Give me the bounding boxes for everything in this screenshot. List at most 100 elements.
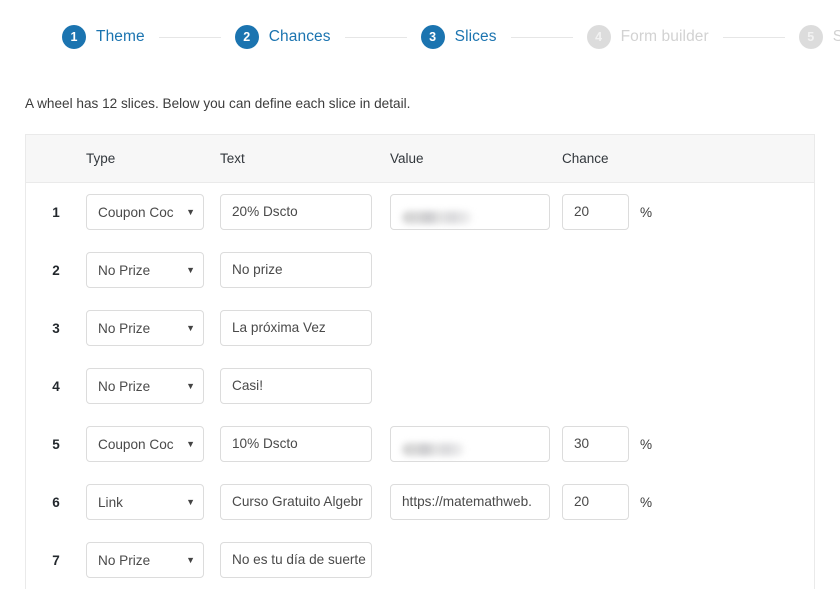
column-header-chance: Chance bbox=[562, 151, 609, 166]
slice-value-input[interactable] bbox=[390, 426, 550, 462]
cell-text: 20% Dscto bbox=[220, 194, 390, 230]
table-row: 2 No Prize ▼ No prize bbox=[26, 241, 814, 299]
cell-chance: 30% bbox=[562, 426, 682, 462]
table-header-row: Type Text Value Chance bbox=[26, 135, 814, 183]
stepper-step-number: 4 bbox=[586, 25, 611, 49]
stepper-step-label: Chances bbox=[268, 28, 331, 45]
table-row: 4 No Prize ▼ Casi! bbox=[26, 357, 814, 415]
slice-type-select[interactable]: No Prize ▼ bbox=[86, 542, 204, 578]
slice-type-select[interactable]: No Prize ▼ bbox=[86, 252, 204, 288]
cell-type: No Prize ▼ bbox=[86, 310, 220, 346]
slice-type-value: Coupon Coc bbox=[98, 436, 174, 452]
percent-label: % bbox=[640, 204, 653, 220]
stepper-connector-line bbox=[158, 36, 221, 38]
stepper-step-number: 1 bbox=[62, 25, 86, 49]
cell-type: No Prize ▼ bbox=[86, 368, 220, 404]
slice-text-input[interactable]: 10% Dscto bbox=[220, 426, 372, 462]
stepper-step-slices[interactable]: 3 Slices bbox=[420, 25, 497, 49]
slice-chance-input[interactable]: 30 bbox=[562, 426, 629, 462]
slice-value-input[interactable]: https://matemathweb. bbox=[390, 484, 550, 520]
table-row: 6 Link ▼ Curso Gratuito Algebr https://matem… bbox=[26, 473, 814, 531]
redacted-value bbox=[402, 211, 472, 225]
cell-text: Curso Gratuito Algebr bbox=[220, 484, 390, 520]
cell-value bbox=[390, 194, 562, 230]
row-index: 1 bbox=[52, 204, 60, 220]
stepper-connector-line bbox=[344, 36, 407, 38]
chevron-down-icon: ▼ bbox=[186, 206, 195, 217]
slices-table: Type Text Value Chance 1 Coupon Coc ▼ 20% D… bbox=[25, 134, 815, 589]
page-description: A wheel has 12 slices. Below you can def… bbox=[25, 96, 411, 111]
slice-text-input[interactable]: No prize bbox=[220, 252, 372, 288]
stepper-step-chances[interactable]: 2 Chances bbox=[234, 25, 331, 49]
stepper-step-number: 3 bbox=[420, 25, 445, 49]
slice-type-value: No Prize bbox=[98, 378, 151, 394]
cell-text: No prize bbox=[220, 252, 390, 288]
chevron-down-icon: ▼ bbox=[186, 438, 195, 449]
row-index: 7 bbox=[52, 552, 60, 568]
stepper-step-label: Slices bbox=[454, 28, 497, 45]
cell-type: Coupon Coc ▼ bbox=[86, 194, 220, 230]
stepper-connector-line bbox=[510, 36, 573, 38]
stepper-step-settings: 5 Settings bbox=[798, 25, 840, 49]
percent-label: % bbox=[640, 494, 653, 510]
table-row: 7 No Prize ▼ No es tu día de suerte bbox=[26, 531, 814, 589]
column-header-value: Value bbox=[390, 151, 424, 166]
row-index: 2 bbox=[52, 262, 60, 278]
slice-type-select[interactable]: No Prize ▼ bbox=[86, 368, 204, 404]
slice-text-input[interactable]: 20% Dscto bbox=[220, 194, 372, 230]
table-row: 5 Coupon Coc ▼ 10% Dscto 30% bbox=[26, 415, 814, 473]
cell-type: No Prize ▼ bbox=[86, 252, 220, 288]
slice-type-value: Link bbox=[98, 494, 123, 510]
cell-chance: 20% bbox=[562, 194, 682, 230]
row-index: 3 bbox=[52, 320, 60, 336]
slice-type-value: No Prize bbox=[98, 320, 151, 336]
chevron-down-icon: ▼ bbox=[186, 264, 195, 275]
slice-type-value: No Prize bbox=[98, 262, 151, 278]
row-index: 5 bbox=[52, 436, 60, 452]
slice-chance-input[interactable]: 20 bbox=[562, 194, 629, 230]
table-row: 3 No Prize ▼ La próxima Vez bbox=[26, 299, 814, 357]
cell-chance: 20% bbox=[562, 484, 682, 520]
cell-type: Link ▼ bbox=[86, 484, 220, 520]
slice-text-input[interactable]: No es tu día de suerte bbox=[220, 542, 372, 578]
cell-text: La próxima Vez bbox=[220, 310, 390, 346]
slice-text-input[interactable]: Casi! bbox=[220, 368, 372, 404]
slice-text-input[interactable]: Curso Gratuito Algebr bbox=[220, 484, 372, 520]
cell-value: https://matemathweb. bbox=[390, 484, 562, 520]
cell-text: 10% Dscto bbox=[220, 426, 390, 462]
column-header-text: Text bbox=[220, 151, 245, 166]
slice-chance-input[interactable]: 20 bbox=[562, 484, 629, 520]
cell-text: No es tu día de suerte bbox=[220, 542, 390, 578]
chevron-down-icon: ▼ bbox=[186, 496, 195, 507]
slice-type-select[interactable]: No Prize ▼ bbox=[86, 310, 204, 346]
column-header-type: Type bbox=[86, 151, 116, 166]
wizard-stepper: 1 Theme 2 Chances 3 Slices 4 Form builder 5 Setti… bbox=[0, 0, 840, 54]
cell-type: Coupon Coc ▼ bbox=[86, 426, 220, 462]
chevron-down-icon: ▼ bbox=[186, 554, 195, 565]
cell-type: No Prize ▼ bbox=[86, 542, 220, 578]
chevron-down-icon: ▼ bbox=[186, 322, 195, 333]
slice-text-input[interactable]: La próxima Vez bbox=[220, 310, 372, 346]
table-row: 1 Coupon Coc ▼ 20% Dscto 20% bbox=[26, 183, 814, 241]
stepper-step-label: Theme bbox=[96, 28, 145, 45]
slice-type-select[interactable]: Coupon Coc ▼ bbox=[86, 426, 204, 462]
row-index: 6 bbox=[52, 494, 60, 510]
stepper-step-form-builder: 4 Form builder bbox=[586, 25, 709, 49]
stepper-step-theme[interactable]: 1 Theme bbox=[62, 25, 145, 49]
cell-text: Casi! bbox=[220, 368, 390, 404]
stepper-connector-line bbox=[722, 36, 785, 38]
stepper-step-label: Form builder bbox=[620, 28, 709, 45]
cell-value bbox=[390, 426, 562, 462]
stepper-step-number: 2 bbox=[234, 25, 259, 49]
row-index: 4 bbox=[52, 378, 60, 394]
redacted-value bbox=[402, 443, 464, 457]
slice-type-value: Coupon Coc bbox=[98, 204, 174, 220]
slice-value-input[interactable] bbox=[390, 194, 550, 230]
stepper-step-number: 5 bbox=[798, 25, 823, 49]
slice-type-value: No Prize bbox=[98, 552, 151, 568]
slice-type-select[interactable]: Link ▼ bbox=[86, 484, 204, 520]
slice-type-select[interactable]: Coupon Coc ▼ bbox=[86, 194, 204, 230]
chevron-down-icon: ▼ bbox=[186, 380, 195, 391]
table-body: 1 Coupon Coc ▼ 20% Dscto 20% 2 No Prize ▼ No pri… bbox=[26, 183, 814, 589]
stepper-step-label: Settings bbox=[832, 28, 840, 45]
